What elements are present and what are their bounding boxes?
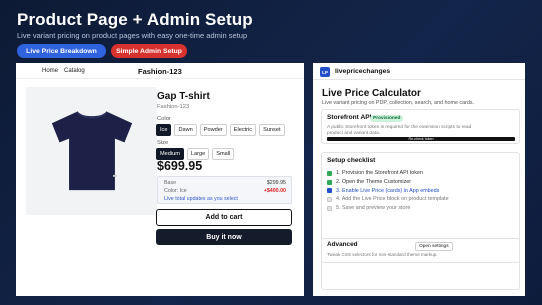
- live-price-breakdown-button[interactable]: Live Price Breakdown: [17, 44, 106, 58]
- app-name: livepricechanges: [335, 68, 391, 75]
- recheck-token-button[interactable]: Re-check token: [327, 137, 515, 141]
- color-option-electric[interactable]: Electric: [229, 124, 257, 136]
- product-image: [26, 87, 157, 215]
- color-options: Ice Dawn Powder Electric Sunset: [156, 124, 285, 136]
- base-value: $299.95: [266, 180, 286, 186]
- admin-panel: LP livepricechanges Live Price Calculato…: [313, 63, 525, 296]
- product-title: Gap T-shirt: [157, 91, 210, 102]
- divider: [16, 78, 304, 79]
- checkbox-active-icon: [327, 188, 332, 194]
- color-option-powder[interactable]: Powder: [199, 124, 227, 136]
- checklist-step[interactable]: 3. Enable Live Price (cards) in App embe…: [327, 186, 449, 195]
- checklist-step: 2. Open the Theme Customizer: [327, 178, 449, 187]
- step-label: 1. Provision the Storefront API token: [336, 170, 423, 177]
- price-breakdown: Base $299.95 Color: Ice +$400.00 Live to…: [157, 176, 292, 204]
- checkbox-checked-icon: [327, 179, 332, 185]
- admin-title: Live Price Calculator: [322, 88, 421, 99]
- setup-checklist-card: Setup checklist 1. Provision the Storefr…: [321, 152, 520, 290]
- add-to-cart-button[interactable]: Add to cart: [156, 209, 292, 226]
- storefront-panel: Home Catalog Fashion-123 Gap T-shirt Fas…: [16, 63, 304, 296]
- color-option-ice[interactable]: Ice: [156, 124, 172, 136]
- app-bar: LP livepricechanges: [313, 63, 525, 80]
- step-label: 4. Add the Live Price block on product t…: [336, 196, 449, 203]
- advanced-note: Tweak CSS selectors for non-standard the…: [327, 252, 438, 257]
- provisioned-badge: Provisioned: [370, 115, 404, 122]
- page-title: Product Page + Admin Setup: [17, 10, 253, 29]
- product-handle: Fashion-123: [157, 104, 190, 110]
- live-total-note: Live total updates as you select: [164, 196, 238, 202]
- checkbox-empty-icon: [327, 196, 332, 202]
- base-label: Base: [164, 180, 177, 186]
- page-subtitle: Live variant pricing on product pages wi…: [17, 31, 248, 40]
- color-label: Color: [157, 116, 171, 122]
- checklist-step: 4. Add the Live Price block on product t…: [327, 195, 449, 204]
- advanced-heading: Advanced: [327, 241, 358, 248]
- step-label: 2. Open the Theme Customizer: [336, 179, 412, 186]
- nav-home-link[interactable]: Home: [42, 68, 58, 74]
- size-label: Size: [157, 140, 169, 146]
- admin-subtitle: Live variant pricing on PDP, collection,…: [322, 100, 475, 106]
- checklist-step: 5. Save and preview your store: [327, 204, 449, 213]
- open-settings-button[interactable]: Open settings: [415, 242, 453, 251]
- simple-admin-setup-button[interactable]: Simple Admin Setup: [111, 44, 187, 58]
- step-label[interactable]: 3. Enable Live Price (cards) in App embe…: [336, 188, 439, 194]
- checklist-heading: Setup checklist: [327, 157, 376, 164]
- app-logo: LP: [320, 67, 330, 77]
- color-option-dawn[interactable]: Dawn: [174, 124, 197, 136]
- color-surcharge-value: +$400.00: [263, 188, 286, 194]
- advanced-card: Advanced Open settings Tweak CSS selecto…: [321, 238, 520, 263]
- size-option-small[interactable]: Small: [212, 148, 235, 160]
- product-price: $699.95: [157, 159, 203, 173]
- nav-catalog-link[interactable]: Catalog: [64, 68, 85, 74]
- color-surcharge-label: Color: Ice: [164, 188, 187, 194]
- checkbox-checked-icon: [327, 170, 332, 176]
- store-name[interactable]: Fashion-123: [138, 67, 182, 76]
- api-card-note: A public Storefront token is required fo…: [327, 125, 472, 136]
- color-option-sunset[interactable]: Sunset: [259, 124, 285, 136]
- buy-it-now-button[interactable]: Buy it now: [156, 229, 292, 245]
- tshirt-icon: [51, 111, 132, 191]
- step-label: 5. Save and preview your store: [336, 205, 411, 212]
- store-nav: Home Catalog: [42, 68, 85, 74]
- checklist-step: 1. Provision the Storefront API token: [327, 169, 449, 178]
- storefront-api-card: Storefront API a Provisioned A public St…: [321, 109, 520, 144]
- checklist-steps: 1. Provision the Storefront API token 2.…: [327, 169, 449, 212]
- checkbox-empty-icon: [327, 205, 332, 211]
